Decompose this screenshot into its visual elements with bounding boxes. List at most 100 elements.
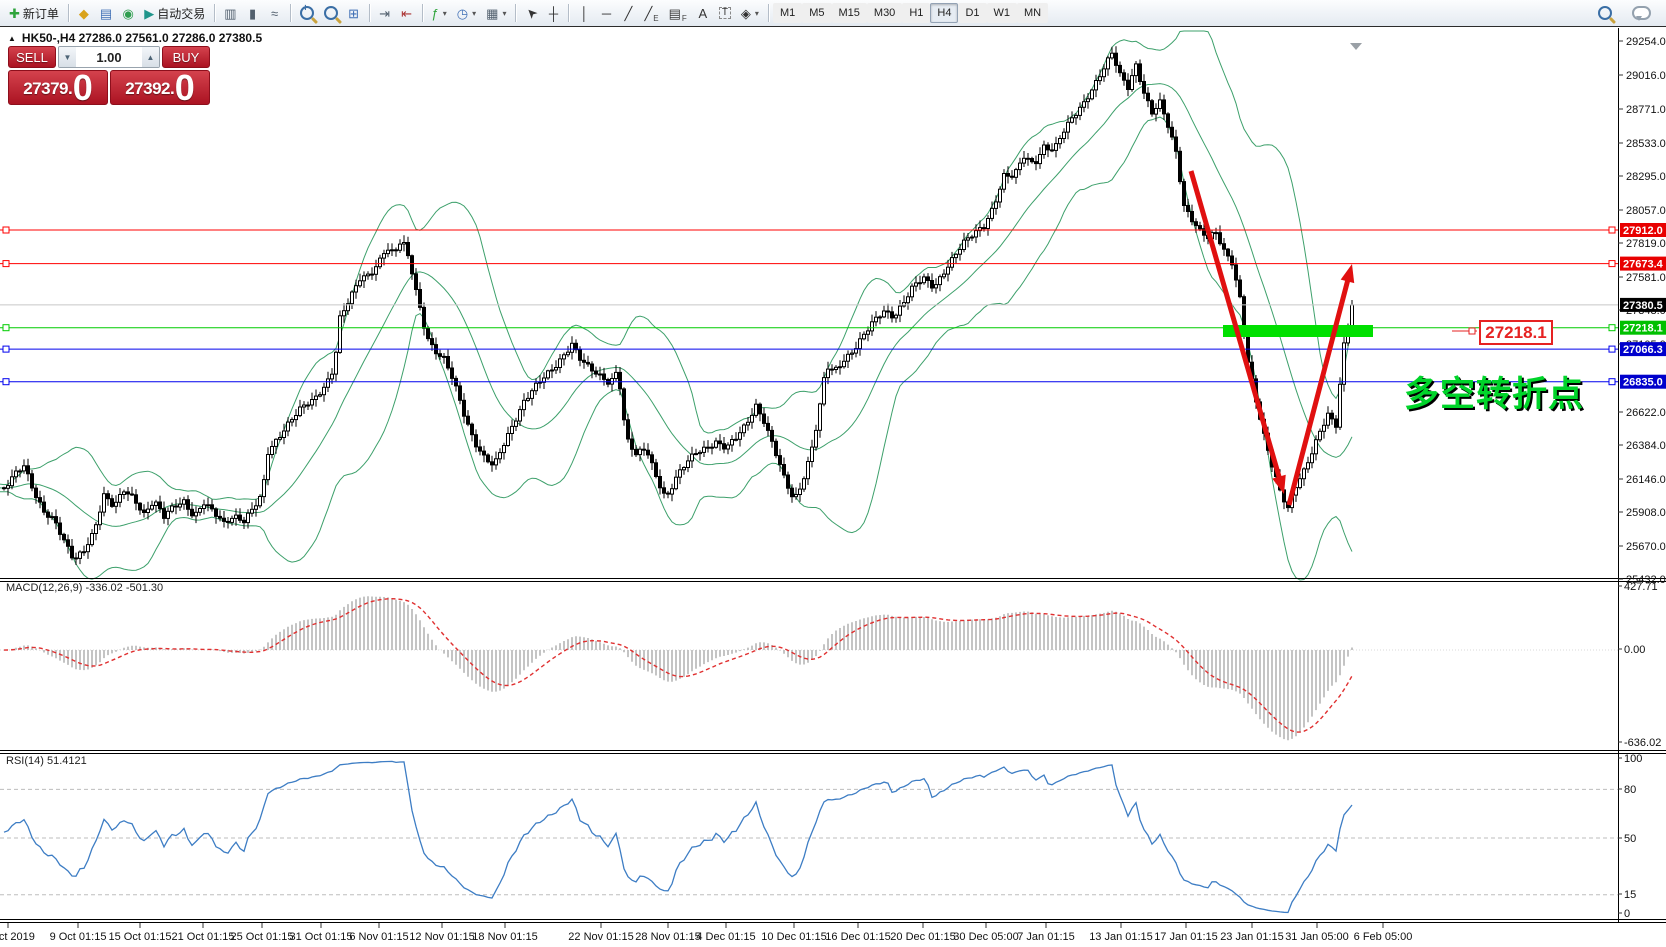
- svg-text:25 Oct 01:15: 25 Oct 01:15: [231, 931, 294, 943]
- svg-text:9 Oct 01:15: 9 Oct 01:15: [50, 931, 107, 943]
- rsi-line: [3, 760, 1353, 914]
- chart-shift-button[interactable]: ⇤: [396, 2, 418, 24]
- text-label-icon: T: [718, 7, 731, 19]
- candle-chart-button[interactable]: ▮: [242, 2, 264, 24]
- toolbar-separator: [289, 4, 291, 22]
- svg-text:6 Nov 01:15: 6 Nov 01:15: [349, 931, 408, 943]
- timeframe-h1-button[interactable]: H1: [902, 3, 931, 23]
- chart-window-button[interactable]: ◆: [73, 2, 95, 24]
- buy-price-button[interactable]: 27392. 0: [110, 70, 210, 106]
- periods-button[interactable]: ◷ ▾: [452, 2, 481, 24]
- sell-price-button[interactable]: 27379. 0: [8, 70, 108, 106]
- volume-decrease-button[interactable]: ▼: [59, 47, 76, 67]
- market-watch-button[interactable]: ▤: [95, 2, 117, 24]
- line-chart-button[interactable]: ≈: [264, 2, 286, 24]
- svg-text:100: 100: [1624, 753, 1642, 765]
- algo-trading-label: 自动交易: [157, 6, 206, 21]
- horizontal-line-button[interactable]: ─: [595, 2, 617, 24]
- timeframe-w1-button[interactable]: W1: [986, 3, 1017, 23]
- chat-icon: [1632, 6, 1651, 21]
- svg-text:26146.0: 26146.0: [1626, 474, 1666, 486]
- svg-text:28057.0: 28057.0: [1626, 205, 1666, 217]
- volume-increase-button[interactable]: ▲: [142, 47, 159, 67]
- price-badge: 27218.1: [1623, 323, 1663, 335]
- annotation-cn-text[interactable]: 多空转折点: [1404, 366, 1584, 417]
- text-label-button[interactable]: T: [714, 2, 736, 24]
- vertical-line-button[interactable]: │: [573, 2, 595, 24]
- data-window-icon: ◉: [122, 5, 134, 21]
- horizontal-lines[interactable]: [0, 226, 1618, 386]
- algo-trading-button[interactable]: ▶ 自动交易: [139, 2, 210, 24]
- algo-trading-icon: ▶: [144, 5, 155, 21]
- time-axis[interactable]: 2 Oct 2019 9 Oct 01:1515 Oct 01:1521 Oct …: [0, 923, 1412, 943]
- new-order-icon: ✚: [9, 5, 20, 21]
- sell-button[interactable]: SELL: [8, 46, 56, 68]
- price-badge: 27380.5: [1623, 300, 1663, 312]
- volume-input[interactable]: [76, 47, 142, 67]
- svg-text:17 Jan 01:15: 17 Jan 01:15: [1154, 931, 1218, 943]
- buy-button[interactable]: BUY: [162, 46, 210, 68]
- tile-windows-icon: ⊞: [348, 5, 359, 21]
- timeframe-m5-button[interactable]: M5: [802, 3, 832, 23]
- svg-text:28533.0: 28533.0: [1626, 138, 1666, 150]
- macd-histogram: [3, 596, 1353, 741]
- svg-text:29254.0: 29254.0: [1626, 36, 1666, 48]
- bar-chart-icon: ▥: [224, 5, 237, 21]
- templates-button[interactable]: ▦ ▾: [481, 2, 511, 24]
- svg-text:10 Dec 01:15: 10 Dec 01:15: [761, 931, 826, 943]
- zoom-in-button[interactable]: +: [295, 2, 319, 24]
- search-button[interactable]: [1593, 2, 1617, 24]
- svg-text:28771.0: 28771.0: [1626, 104, 1666, 116]
- fibonacci-icon: ▤: [668, 5, 681, 21]
- auto-scroll-button[interactable]: ⇥: [374, 2, 396, 24]
- timeframe-d1-button[interactable]: D1: [958, 3, 987, 23]
- tile-windows-button[interactable]: ⊞: [343, 2, 365, 24]
- svg-text:15: 15: [1624, 889, 1636, 901]
- svg-text:80: 80: [1624, 784, 1636, 796]
- chart-objects[interactable]: [1188, 170, 1477, 506]
- text-icon: A: [698, 5, 708, 21]
- chevron-down-icon: ▾: [502, 8, 507, 18]
- svg-text:427.71: 427.71: [1624, 581, 1658, 593]
- timeframe-m15-button[interactable]: M15: [831, 3, 867, 23]
- zoom-out-button[interactable]: −: [319, 2, 343, 24]
- green-highlight-bar: [1223, 325, 1373, 337]
- timeframe-h4-button[interactable]: H4: [930, 3, 959, 23]
- up-arrow: [1340, 264, 1355, 284]
- bar-chart-button[interactable]: ▥: [219, 2, 241, 24]
- trendline-button[interactable]: ╱: [617, 2, 639, 24]
- svg-text:28 Nov 01:15: 28 Nov 01:15: [635, 931, 700, 943]
- toolbar-separator: [214, 4, 216, 22]
- crosshair-button[interactable]: ┼: [542, 2, 564, 24]
- zoom-in-icon: +: [299, 4, 314, 20]
- svg-text:26384.0: 26384.0: [1626, 440, 1666, 452]
- toolbar-separator: [368, 4, 370, 22]
- chart-shift-icon: ⇤: [401, 5, 412, 21]
- timeframe-mn-button[interactable]: MN: [1017, 3, 1049, 23]
- new-order-button[interactable]: ✚ 新订单: [4, 2, 64, 24]
- symbol-collapse-icon[interactable]: ▲: [8, 34, 16, 43]
- equidistant-channel-button[interactable]: ╱ E: [639, 2, 663, 24]
- chart-shift-marker[interactable]: [1350, 43, 1362, 50]
- chart-window-icon: ◆: [78, 5, 89, 21]
- timeframe-m30-button[interactable]: M30: [866, 3, 903, 23]
- svg-text:-636.02: -636.02: [1624, 737, 1661, 749]
- price-axis[interactable]: 29254.0 29016.0 28771.0 28533.0 28295.0 28057…: [1618, 36, 1666, 920]
- svg-text:12 Nov 01:15: 12 Nov 01:15: [409, 931, 474, 943]
- toolbar: ✚ 新订单 ◆ ▤ ◉ ▶ 自动交易 ▥ ▮ ≈ + − ⊞ ⇥ ⇤ ƒ ▾ ◷ ▾ ▦ ▾ ➤ ┼ │ ─ ╱ ╱ E ▤ F A T ◈ ▾ M…: [0, 0, 1666, 27]
- arrows-button[interactable]: ◈ ▾: [736, 2, 764, 24]
- text-button[interactable]: A: [692, 2, 714, 24]
- templates-icon: ▦: [486, 5, 499, 21]
- svg-text:18 Nov 01:15: 18 Nov 01:15: [472, 931, 537, 943]
- toolbar-separator: [515, 4, 517, 22]
- indicators-button[interactable]: ƒ ▾: [427, 2, 452, 24]
- annotation-price-label[interactable]: 27218.1: [1479, 320, 1553, 345]
- data-window-button[interactable]: ◉: [117, 2, 139, 24]
- fibonacci-button[interactable]: ▤ F: [664, 2, 692, 24]
- timeframe-m1-button[interactable]: M1: [772, 3, 803, 23]
- macd-signal-line: [3, 597, 1353, 733]
- cursor-button[interactable]: ➤: [520, 2, 542, 24]
- chart-symbol-header: ▲ HK50-,H4 27286.0 27561.0 27286.0 27380…: [8, 31, 262, 45]
- chart-canvas[interactable]: 29254.0 29016.0 28771.0 28533.0 28295.0 28057…: [0, 0, 1666, 947]
- chat-button[interactable]: [1627, 2, 1656, 24]
